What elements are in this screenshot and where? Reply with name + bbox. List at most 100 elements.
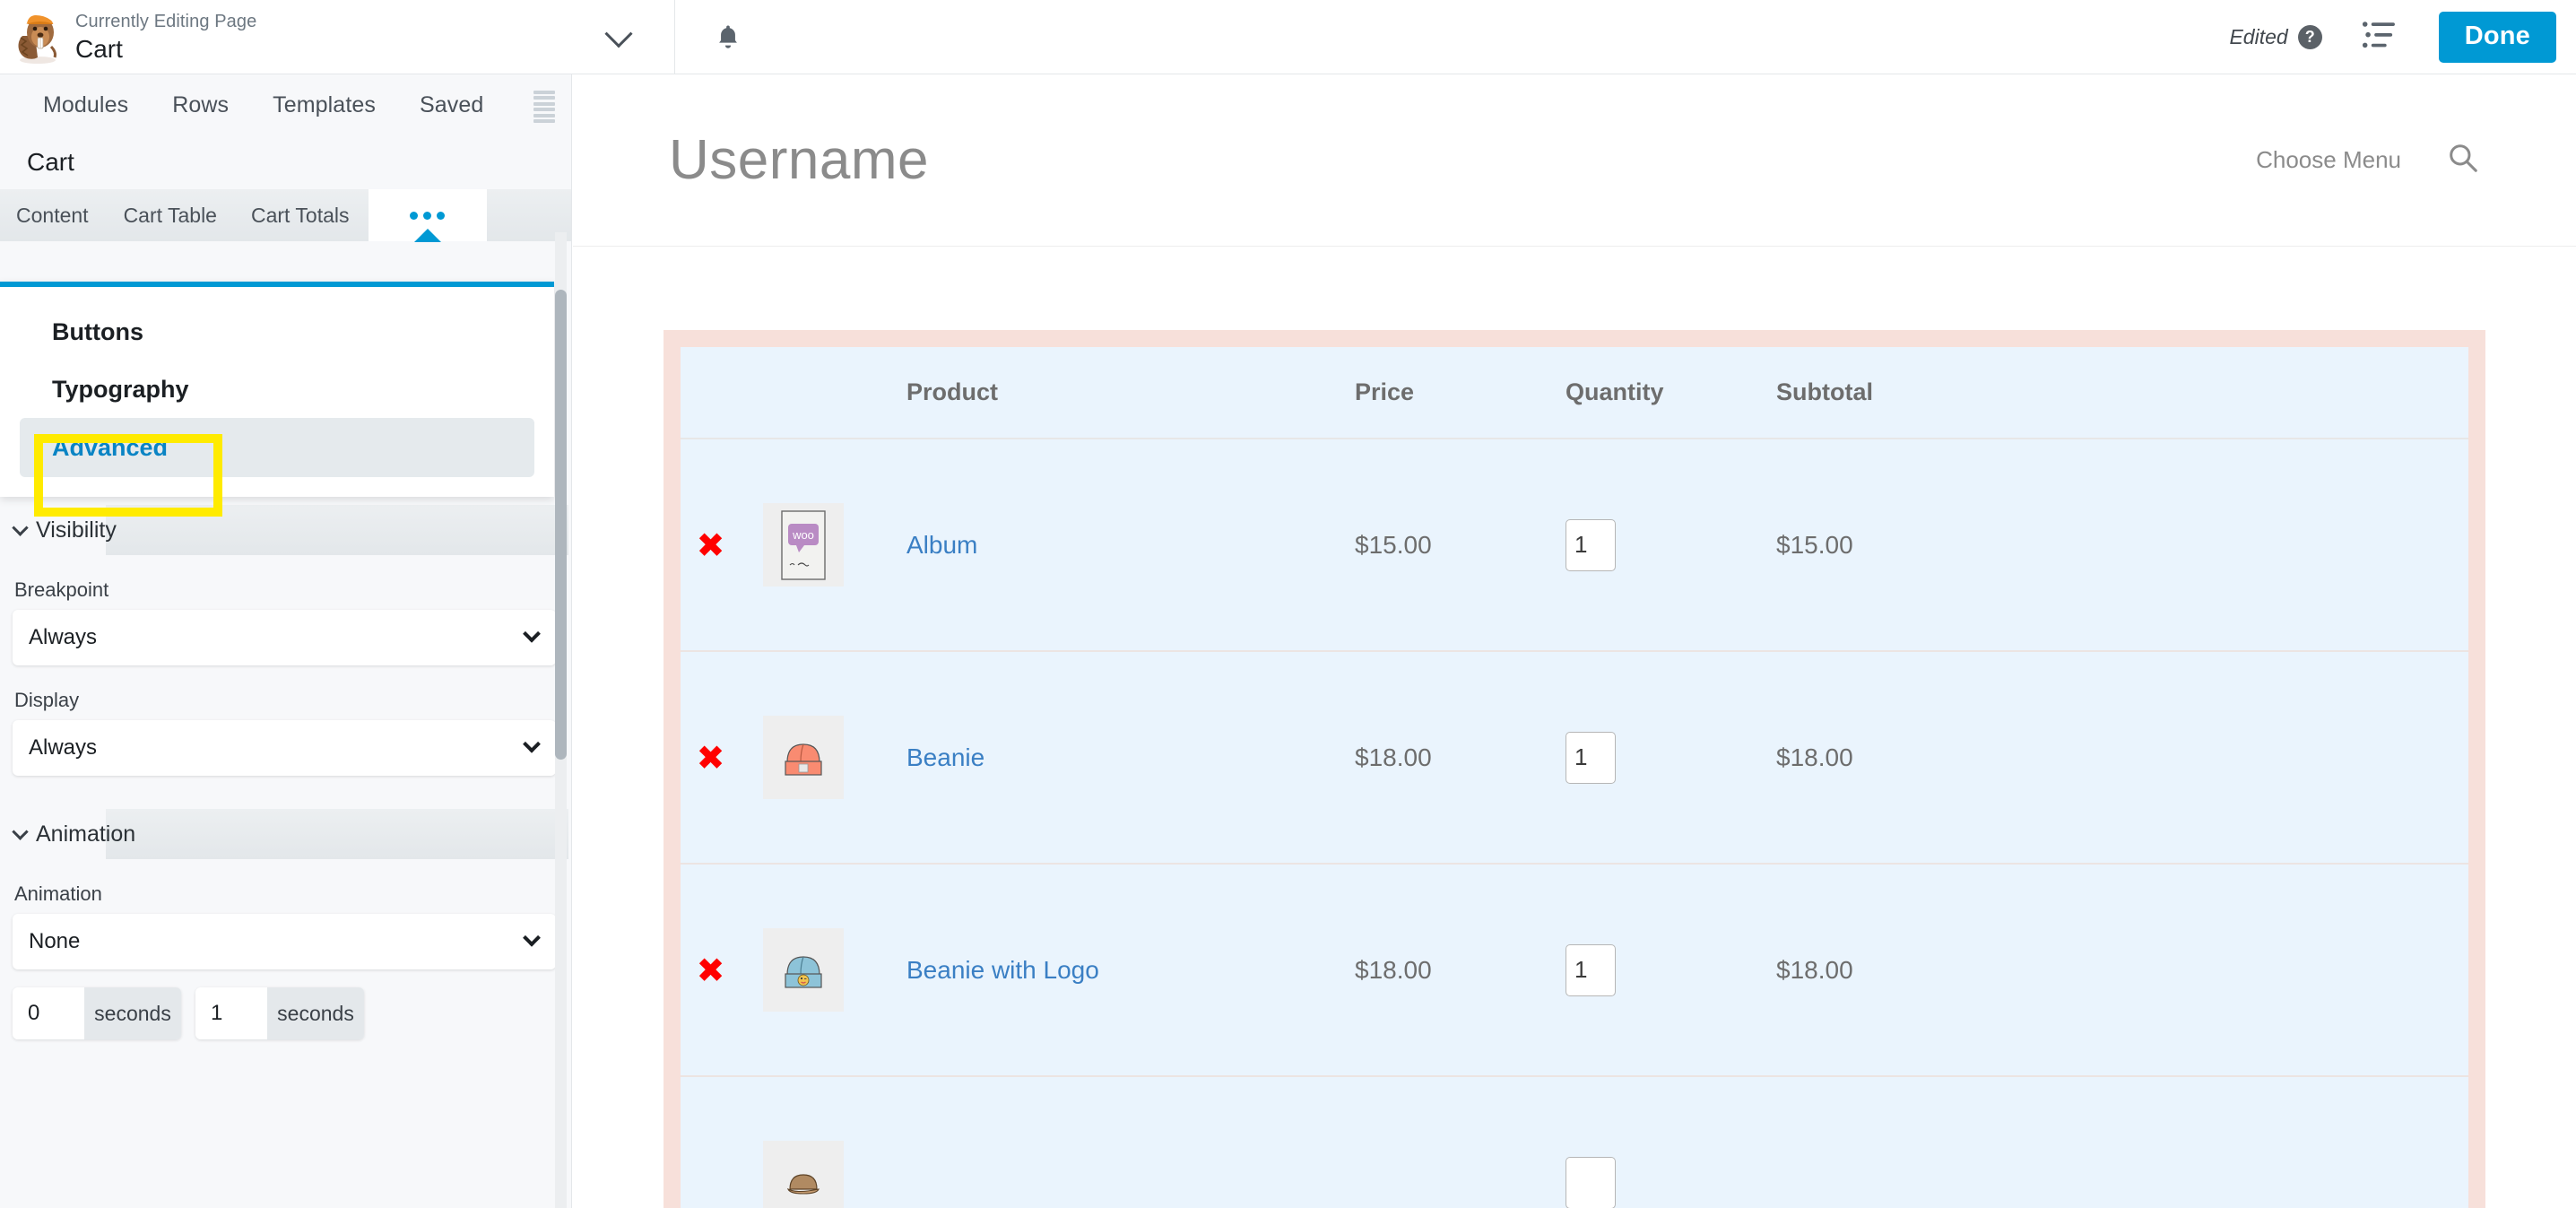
- quantity-input[interactable]: [1566, 1156, 1616, 1208]
- chevron-down-icon: [523, 624, 541, 643]
- product-subtotal: $15.00: [1776, 530, 1853, 559]
- dropdown-item-advanced[interactable]: Advanced: [20, 418, 534, 477]
- help-icon[interactable]: ?: [2297, 25, 2322, 49]
- beanie-with-logo-blue-thumbnail: [763, 928, 844, 1012]
- quantity-cell: 1: [1566, 731, 1776, 784]
- display-value: Always: [29, 735, 98, 760]
- field-label-breakpoint: Breakpoint: [14, 578, 109, 601]
- animation-duration-unit[interactable]: seconds: [267, 987, 364, 1039]
- outline-list-icon[interactable]: [2362, 20, 2398, 55]
- section-title-animation: Animation: [36, 821, 136, 847]
- quantity-input[interactable]: 1: [1566, 943, 1616, 996]
- top-bar-right-controls: Edited ? Done: [2229, 0, 2576, 74]
- product-name-cell[interactable]: Album: [906, 531, 1355, 560]
- site-header-right: Choose Menu: [2256, 141, 2480, 179]
- panel-nav-templates[interactable]: Templates: [273, 92, 376, 118]
- site-header: Username Choose Menu: [573, 74, 2576, 247]
- page-title: Cart: [75, 34, 123, 63]
- animation-duration-field[interactable]: 1 seconds: [195, 987, 364, 1039]
- beaver-logo-icon: [18, 15, 56, 64]
- search-icon[interactable]: [2446, 141, 2480, 179]
- product-subtotal: $18.00: [1776, 955, 1853, 984]
- breakpoint-value: Always: [29, 625, 98, 649]
- panel-tabs: Content Cart Table Cart Totals: [0, 189, 571, 242]
- dropdown-pointer: [413, 229, 441, 242]
- beanie-salmon-thumbnail: [763, 716, 844, 799]
- table-row: ✖: [681, 1077, 2468, 1208]
- field-label-display: Display: [14, 689, 80, 711]
- panel-nav-saved[interactable]: Saved: [420, 92, 483, 118]
- notifications-button[interactable]: [699, 0, 757, 74]
- animation-select[interactable]: None: [13, 914, 556, 969]
- breakpoint-select[interactable]: Always: [13, 610, 556, 665]
- quantity-input[interactable]: 1: [1566, 518, 1616, 571]
- page-selector-dropdown-button[interactable]: [592, 0, 646, 74]
- editing-label: Currently Editing Page: [75, 11, 257, 31]
- product-name-cell[interactable]: Beanie: [906, 743, 1355, 772]
- beaver-builder-logo[interactable]: [0, 0, 63, 74]
- remove-item-button[interactable]: ✖: [681, 1166, 741, 1200]
- cart-module-wrapper[interactable]: Product Price Quantity Subtotal ✖ woo Al…: [664, 330, 2485, 1208]
- display-select[interactable]: Always: [13, 720, 556, 776]
- beanie-logo-glyph: [785, 955, 822, 988]
- product-thumbnail-cell[interactable]: [741, 928, 906, 1012]
- quantity-input[interactable]: 1: [1566, 731, 1616, 784]
- panel-nav: Modules Rows Templates Saved: [0, 74, 571, 135]
- product-link[interactable]: Beanie: [906, 743, 984, 771]
- panel-nav-modules[interactable]: Modules: [43, 92, 128, 118]
- tab-content[interactable]: Content: [16, 189, 89, 241]
- product-price: $18.00: [1355, 743, 1432, 771]
- product-price: $18.00: [1355, 955, 1432, 984]
- editing-page-block[interactable]: Currently Editing Page Cart: [75, 0, 256, 74]
- tab-cart-table[interactable]: Cart Table: [124, 189, 217, 241]
- outline-list-glyph: [2362, 22, 2395, 48]
- header-price: Price: [1355, 378, 1415, 405]
- beanie-glyph: [785, 743, 822, 776]
- animation-delay-unit[interactable]: seconds: [84, 987, 181, 1039]
- header-product: Product: [906, 378, 999, 405]
- product-thumbnail-cell[interactable]: [741, 716, 906, 799]
- choose-menu-link[interactable]: Choose Menu: [2256, 146, 2401, 174]
- section-title-visibility: Visibility: [36, 517, 117, 543]
- cap-brown-thumbnail: [763, 1141, 844, 1208]
- product-thumbnail-cell[interactable]: woo: [741, 503, 906, 587]
- search-glyph: [2450, 144, 2477, 172]
- tab-cart-totals[interactable]: Cart Totals: [251, 189, 350, 241]
- remove-item-x-icon: ✖: [696, 525, 725, 565]
- animation-delay-input[interactable]: 0: [13, 987, 84, 1039]
- ellipsis-icon: [410, 211, 445, 220]
- section-header-animation[interactable]: Animation: [0, 809, 568, 859]
- product-name-cell[interactable]: Beanie with Logo: [906, 956, 1355, 985]
- product-thumbnail-cell[interactable]: [741, 1141, 906, 1208]
- divider: [674, 0, 675, 74]
- cart-table: Product Price Quantity Subtotal ✖ woo Al…: [681, 347, 2468, 1208]
- section-header-visibility[interactable]: Visibility: [0, 505, 568, 555]
- panel-nav-rows[interactable]: Rows: [172, 92, 229, 118]
- dropdown-item-typography[interactable]: Typography: [0, 361, 554, 418]
- panel-heading: Cart: [0, 135, 571, 189]
- panel-scrollbar-thumb[interactable]: [555, 290, 567, 760]
- quantity-cell: 1: [1566, 943, 1776, 996]
- svg-text:woo: woo: [792, 528, 814, 542]
- edited-status: Edited: [2229, 25, 2288, 48]
- chevron-down-icon: [523, 928, 541, 947]
- cart-table-header-row: Product Price Quantity Subtotal: [681, 347, 2468, 439]
- animation-duration-input[interactable]: 1: [195, 987, 267, 1039]
- remove-item-button[interactable]: ✖: [681, 741, 741, 775]
- drag-handle-icon[interactable]: [533, 91, 555, 123]
- dropdown-item-buttons[interactable]: Buttons: [0, 303, 554, 361]
- animation-timing-row: 0 seconds 1 seconds: [0, 969, 571, 1039]
- remove-item-button[interactable]: ✖: [681, 953, 741, 987]
- animation-delay-field[interactable]: 0 seconds: [13, 987, 181, 1039]
- done-button[interactable]: Done: [2438, 12, 2556, 63]
- notification-bell-icon: [719, 25, 737, 48]
- header-subtotal: Subtotal: [1776, 378, 1873, 405]
- quantity-cell: 1: [1566, 518, 1776, 571]
- animation-value: None: [29, 929, 81, 953]
- more-tab-dropdown: Buttons Typography Advanced: [0, 282, 554, 497]
- product-link[interactable]: Beanie with Logo: [906, 956, 1099, 984]
- page-preview-canvas: Username Choose Menu Product Price Quant…: [573, 74, 2576, 1208]
- tab-more-button[interactable]: [368, 189, 487, 242]
- remove-item-button[interactable]: ✖: [681, 528, 741, 562]
- product-link[interactable]: Album: [906, 531, 977, 559]
